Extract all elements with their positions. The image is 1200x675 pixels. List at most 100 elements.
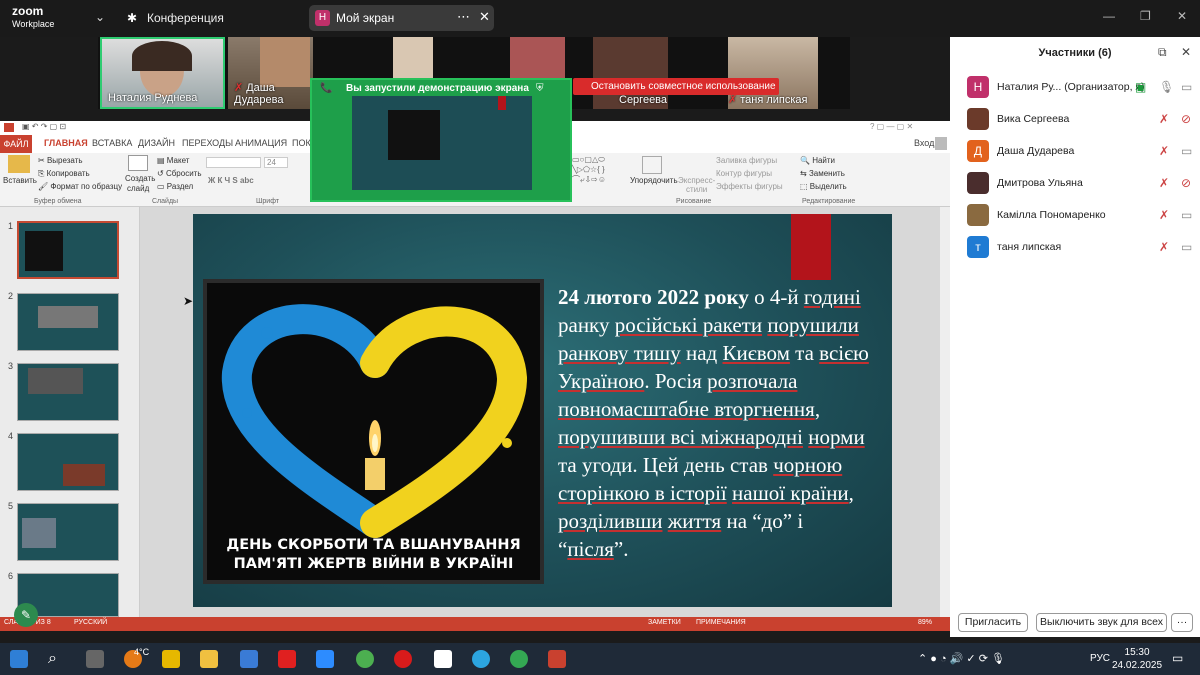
new-slide-icon[interactable] <box>128 155 148 171</box>
stop-share-button[interactable]: Остановить совместное использование <box>573 78 779 95</box>
more-options-button[interactable]: ··· <box>1171 613 1193 632</box>
tab-home[interactable]: ГЛАВНАЯ <box>44 138 88 148</box>
participant-row[interactable]: Камілла Пономаренко ✗ ▭ <box>967 204 1197 228</box>
chevron-down-icon[interactable]: ⌄ <box>95 10 105 24</box>
slide-thumbnail[interactable] <box>17 221 119 279</box>
video-tile[interactable]: Наталия Руднева <box>100 37 225 109</box>
section-button[interactable]: ▭ Раздел <box>157 182 193 191</box>
mic-off-icon[interactable]: ✗ <box>1159 240 1169 254</box>
video-tile[interactable]: ✗ Даша Дударева <box>228 37 313 109</box>
mic-icon[interactable]: 🎙 <box>1159 80 1174 94</box>
camera-icon[interactable]: ▭ <box>1181 80 1192 94</box>
cut-button[interactable]: ✂ Вырезать <box>38 156 83 165</box>
shape-effects-button[interactable]: Эффекты фигуры <box>716 182 783 191</box>
slide-thumbnail[interactable] <box>17 363 119 421</box>
search-icon[interactable]: ⌕ <box>48 650 66 668</box>
opera-icon[interactable] <box>394 650 412 668</box>
layout-button[interactable]: ▤ Макет <box>157 156 189 165</box>
camera-icon[interactable]: ▭ <box>1181 144 1192 158</box>
mic-off-icon[interactable]: ✗ <box>1159 176 1169 190</box>
paste-button[interactable]: Вставить <box>3 176 37 185</box>
shapes-gallery[interactable]: ▭○▢△⬭ ╲▷⬠☆{ } ⌒⤶⇩⇨☺ <box>572 155 606 185</box>
tray-icons[interactable]: ⌃ ● ◔ 🔊 ✓ ⟳ 🎙 <box>918 652 1005 665</box>
meeting-menu[interactable]: ✱ Конференция <box>127 11 224 25</box>
zoom-level[interactable]: 89% <box>918 619 932 626</box>
document-icon[interactable] <box>434 650 452 668</box>
signin-link[interactable]: Вход <box>914 138 934 148</box>
account-avatar[interactable] <box>935 137 947 150</box>
close-icon[interactable]: ✕ <box>1181 45 1191 59</box>
notes-button[interactable]: ЗАМЕТКИ <box>648 619 681 626</box>
font-size-select[interactable]: 24 <box>264 157 288 168</box>
tab-insert[interactable]: ВСТАВКА <box>92 138 132 148</box>
slide-thumbnail[interactable] <box>17 433 119 491</box>
slide-thumbnails-panel[interactable]: 1 2 3 4 5 6 <box>0 207 140 617</box>
system-clock[interactable]: 15:30 24.02.2025 <box>1112 646 1162 672</box>
slide-thumbnail[interactable] <box>17 503 119 561</box>
new-slide-button[interactable]: Создать <box>125 174 155 183</box>
select-button[interactable]: ⬚ Выделить <box>800 182 847 191</box>
task-view-icon[interactable] <box>86 650 104 668</box>
slide-body-text[interactable]: 24 лютого 2022 року о 4-й годині ранку р… <box>558 283 876 563</box>
language-indicator[interactable]: РУС <box>1090 653 1110 664</box>
reset-button[interactable]: ↺ Сбросить <box>157 169 202 178</box>
paste-icon[interactable] <box>8 155 30 173</box>
replace-button[interactable]: ⇆ Заменить <box>800 169 845 178</box>
video-tile[interactable]: ✗ таня липская <box>728 37 818 109</box>
font-style-buttons[interactable]: Ж К Ч S abc <box>208 176 254 185</box>
participant-row[interactable]: Вика Сергеева ✗ ⊘ <box>967 108 1197 132</box>
camera-off-icon[interactable]: ⊘ <box>1181 112 1191 126</box>
find-button[interactable]: 🔍 Найти <box>800 156 835 165</box>
mic-off-icon[interactable]: ✗ <box>1159 208 1169 222</box>
arrange-icon[interactable] <box>642 156 662 174</box>
comments-button[interactable]: ПРИМЕЧАНИЯ <box>696 619 746 626</box>
participant-row[interactable]: Дмитрова Ульяна ✗ ⊘ <box>967 172 1197 196</box>
mute-all-button[interactable]: Выключить звук для всех <box>1036 613 1167 632</box>
mic-off-icon[interactable]: ✗ <box>1159 144 1169 158</box>
quick-access-icons[interactable]: ▣ ↶ ↷ ▢ ⊡ <box>22 122 66 131</box>
tab-design[interactable]: ДИЗАЙН <box>138 138 175 148</box>
invite-button[interactable]: Пригласить <box>958 613 1028 632</box>
participant-row[interactable]: Н Наталия Ру... (Организатор, я) ▣ 🎙 ▭ <box>967 76 1197 100</box>
telegram-icon[interactable] <box>472 650 490 668</box>
store-icon[interactable] <box>240 650 258 668</box>
window-close-icon[interactable]: ✕ <box>1177 9 1187 23</box>
participant-row[interactable]: т таня липская ✗ ▭ <box>967 236 1197 260</box>
format-painter-button[interactable]: 🖌 Формат по образцу <box>38 182 122 191</box>
powerpoint-icon[interactable] <box>548 650 566 668</box>
mic-off-icon[interactable]: ✗ <box>1159 112 1169 126</box>
my-screen-pill[interactable]: Н Мой экран ⋯ ✕ <box>309 5 494 31</box>
shape-fill-button[interactable]: Заливка фигуры <box>716 156 777 165</box>
annotate-icon[interactable]: ✎ <box>14 603 38 627</box>
chrome-icon[interactable] <box>510 650 528 668</box>
browser-icon[interactable] <box>356 650 374 668</box>
font-name-select[interactable] <box>206 157 261 168</box>
minimize-icon[interactable]: — <box>1103 9 1115 23</box>
camera-icon[interactable]: ▭ <box>1181 240 1192 254</box>
more-icon[interactable]: ⋯ <box>457 9 470 25</box>
close-icon[interactable]: ✕ <box>479 9 490 25</box>
start-icon[interactable] <box>10 650 28 668</box>
participant-row[interactable]: Д Даша Дударева ✗ ▭ <box>967 140 1197 164</box>
arrange-button[interactable]: Упорядочить <box>630 176 678 185</box>
video-tile[interactable]: ✗Вика Сергеева <box>593 37 668 109</box>
maximize-icon[interactable]: ❐ <box>1140 9 1151 23</box>
tab-transitions[interactable]: ПЕРЕХОДЫ <box>182 138 233 148</box>
slide-thumbnail[interactable] <box>17 293 119 351</box>
quick-styles-button[interactable]: Экспресс- <box>678 176 715 185</box>
camera-icon[interactable]: ▭ <box>1181 208 1192 222</box>
popout-icon[interactable]: ⧉ <box>1158 45 1167 60</box>
language-status[interactable]: РУССКИЙ <box>74 619 107 626</box>
window-controls[interactable]: ? ▢ — ▢ ✕ <box>870 122 913 131</box>
copy-button[interactable]: ⎘ Копировать <box>38 169 90 179</box>
tab-animation[interactable]: АНИМАЦИЯ <box>235 138 287 148</box>
camera-off-icon[interactable]: ⊘ <box>1181 176 1191 190</box>
shape-outline-button[interactable]: Контур фигуры <box>716 169 772 178</box>
notifications-icon[interactable]: ▭ <box>1172 651 1183 665</box>
vertical-scrollbar[interactable] <box>940 207 950 617</box>
zoom-app-icon[interactable] <box>316 650 334 668</box>
tab-file[interactable]: ФАЙЛ <box>0 135 32 153</box>
app-icon[interactable] <box>162 650 180 668</box>
youtube-icon[interactable] <box>278 650 296 668</box>
folder-icon[interactable] <box>200 650 218 668</box>
